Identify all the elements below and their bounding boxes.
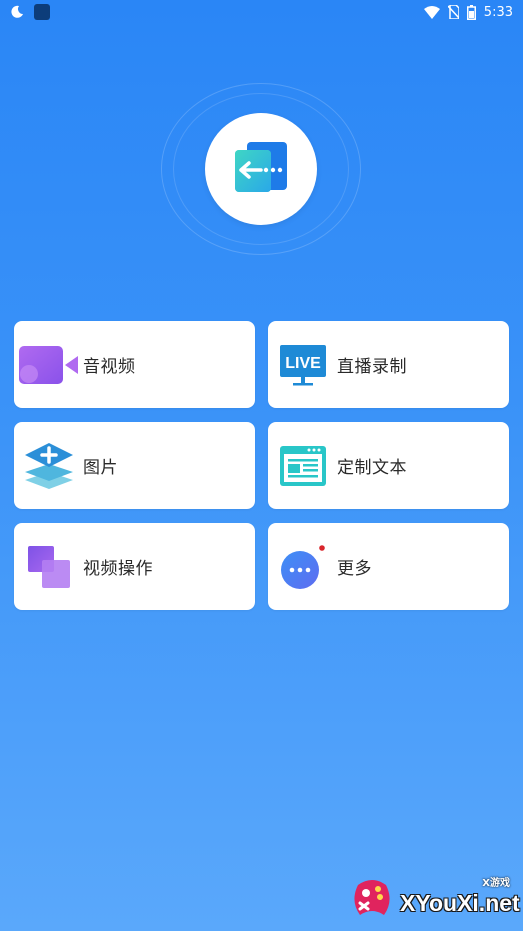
menu-card-more[interactable]: 更多 [268, 523, 509, 610]
gamepad-logo-icon [350, 875, 394, 923]
wifi-icon [423, 5, 440, 19]
battery-icon [466, 4, 476, 20]
feature-grid: 音视频 LIVE 直播录制 图片 定制文本 视频操作 更多 [14, 321, 509, 610]
text-document-icon [273, 436, 333, 496]
square-notification-icon [34, 4, 50, 20]
menu-card-live-record[interactable]: LIVE 直播录制 [268, 321, 509, 408]
watermark-logo: XYouXi.net X游戏 [350, 872, 520, 926]
menu-card-label: 更多 [337, 559, 372, 579]
status-time: 5:33 [483, 4, 513, 20]
live-tv-icon: LIVE [273, 335, 333, 395]
menu-card-video-ops[interactable]: 视频操作 [14, 523, 255, 610]
watermark-text: XYouXi.net [400, 889, 520, 916]
svg-text:LIVE: LIVE [285, 355, 321, 372]
moon-icon [10, 5, 24, 19]
app-logo [205, 113, 317, 225]
menu-card-label: 直播录制 [337, 357, 407, 377]
status-bar-left [10, 4, 50, 20]
menu-card-label: 音视频 [83, 357, 136, 377]
menu-card-images[interactable]: 图片 [14, 422, 255, 509]
menu-card-label: 视频操作 [83, 559, 153, 579]
app-logo-icon [231, 140, 291, 198]
menu-card-audio-video[interactable]: 音视频 [14, 321, 255, 408]
menu-card-label: 定制文本 [337, 458, 407, 478]
menu-card-custom-text[interactable]: 定制文本 [268, 422, 509, 509]
status-bar: 5:33 [0, 0, 523, 24]
more-dots-icon [273, 537, 333, 597]
status-bar-right: 5:33 [423, 4, 513, 20]
no-sim-icon [447, 5, 459, 19]
video-ops-icon [19, 537, 79, 597]
video-camera-icon [19, 335, 79, 395]
watermark-tag: X游戏 [482, 878, 510, 889]
menu-card-label: 图片 [83, 458, 118, 478]
image-layers-icon [19, 436, 79, 496]
hero-logo-area [161, 83, 361, 255]
